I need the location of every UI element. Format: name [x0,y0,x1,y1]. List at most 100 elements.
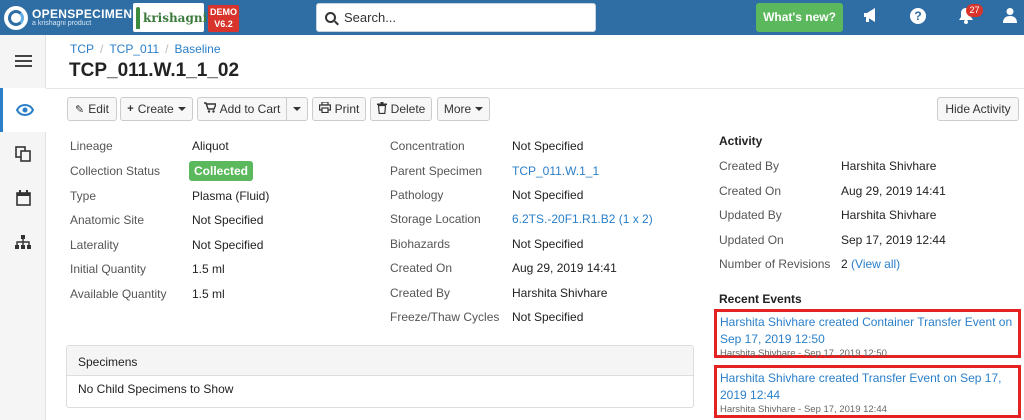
search-placeholder: Search... [344,10,397,25]
laterality-label: Laterality [70,238,119,252]
top-navbar: OPENSPECIMEN a krishagni product krishag… [0,0,1024,35]
chevron-down-icon [293,107,301,111]
activity-heading: Activity [719,134,763,148]
partner-logo: krishagni [133,3,208,32]
recent-event-title[interactable]: Harshita Shivhare created Transfer Event… [720,370,1015,404]
freeze-thaw-value: Not Specified [512,310,584,324]
copy-icon[interactable] [0,132,46,176]
activity-updated-by-value: Harshita Shivhare [841,208,937,222]
initial-quantity-value: 1.5 ml [192,262,225,276]
add-to-cart-button[interactable]: Add to Cart [197,97,287,121]
revisions-count: 2 [841,257,848,271]
activity-created-on-value: Aug 29, 2019 14:41 [841,184,946,198]
activity-updated-on-value: Sep 17, 2019 12:44 [841,233,946,247]
view-all-revisions-link[interactable]: (View all) [851,257,900,271]
activity-created-by-label: Created By [719,159,780,173]
cart-icon [203,102,217,116]
recent-event-title[interactable]: Harshita Shivhare created Container Tran… [720,314,1015,348]
calendar-icon[interactable] [0,176,46,220]
partner-name: krishagni [143,10,208,25]
user-icon[interactable] [999,7,1021,28]
megaphone-icon[interactable] [860,7,882,28]
created-by-value: Harshita Shivhare [512,286,608,300]
activity-created-by-value: Harshita Shivhare [841,159,937,173]
breadcrumb-item-baseline[interactable]: Baseline [175,42,221,56]
search-input[interactable]: Search... [316,3,596,32]
delete-button[interactable]: Delete [370,97,432,121]
partner-mark-icon [136,6,140,29]
collection-status-badge: Collected [189,161,254,181]
biohazards-label: Biohazards [390,237,451,251]
help-icon[interactable]: ? [907,7,929,25]
concentration-value: Not Specified [512,139,584,153]
specimens-panel-title: Specimens [67,346,693,376]
brand-logo[interactable]: OPENSPECIMEN a krishagni product [4,4,132,31]
whats-new-button[interactable]: What's new? [756,3,843,32]
chevron-down-icon [177,107,186,111]
activity-updated-on-label: Updated On [719,233,784,247]
created-on-label: Created On [390,261,453,275]
brand-name: OPENSPECIMEN [32,7,133,21]
activity-created-on-label: Created On [719,184,782,198]
demo-label: DEMO [210,7,237,17]
add-to-cart-button-label: Add to Cart [219,102,281,116]
storage-location-label: Storage Location [390,212,481,226]
openspecimen-logo-icon [4,5,28,30]
revisions-value: 2 (View all) [841,257,900,271]
recent-event-meta: Harshita Shivhare - Sep 17, 2019 12:44 [720,404,887,415]
breadcrumb-item-tcp[interactable]: TCP [70,42,94,56]
initial-quantity-label: Initial Quantity [70,262,147,276]
hamburger-icon[interactable] [0,39,46,83]
edit-button-label: Edit [88,102,109,116]
create-button-label: Create [137,102,174,116]
plus-icon: + [127,103,134,115]
lineage-label: Lineage [70,139,113,153]
delete-button-label: Delete [390,102,426,116]
recent-event-meta: Harshita Shivhare - Sep 17, 2019 12:50 [720,348,887,359]
demo-badge: DEMO V6.2 [208,5,239,32]
created-on-value: Aug 29, 2019 14:41 [512,261,617,275]
type-label: Type [70,189,97,203]
collection-status-label: Collection Status [70,164,161,178]
biohazards-value: Not Specified [512,237,584,251]
recent-event-item[interactable]: Harshita Shivhare created Transfer Event… [714,365,1021,418]
page-title: TCP_011.W.1_1_02 [69,60,240,81]
notifications-count-badge: 27 [966,4,983,17]
brand-tagline: a krishagni product [32,20,92,27]
add-to-cart-dropdown-button[interactable] [286,97,308,121]
edit-button[interactable]: ✎ Edit [67,97,117,121]
recent-event-item[interactable]: Harshita Shivhare created Container Tran… [714,309,1021,359]
chevron-down-icon [475,107,484,111]
search-icon [325,12,336,23]
print-button-label: Print [334,102,360,116]
breadcrumb: TCP / TCP_011/Baseline [70,42,221,56]
recent-events-heading: Recent Events [719,292,802,306]
pathology-value: Not Specified [512,188,584,202]
breadcrumb-item-tcp-011[interactable]: TCP_011 [109,42,159,56]
divider [46,88,1024,89]
hide-activity-button[interactable]: Hide Activity [937,97,1019,121]
print-icon [318,101,331,116]
anatomic-site-label: Anatomic Site [70,213,145,227]
pathology-label: Pathology [390,188,444,202]
sitemap-icon[interactable] [0,220,46,264]
parent-specimen-label: Parent Specimen [390,164,483,178]
created-by-label: Created By [390,286,451,300]
parent-specimen-link[interactable]: TCP_011.W.1_1 [512,164,599,178]
revisions-label: Number of Revisions [719,257,831,271]
create-button[interactable]: + Create [120,97,193,121]
anatomic-site-value: Not Specified [192,213,264,227]
pencil-icon: ✎ [75,103,85,116]
type-value: Plasma (Fluid) [192,189,270,203]
eye-icon[interactable] [0,88,46,132]
version-label: V6.2 [214,19,233,29]
more-button[interactable]: More [437,97,490,121]
print-button[interactable]: Print [312,97,366,121]
specimens-empty-text: No Child Specimens to Show [78,382,234,396]
available-quantity-label: Available Quantity [70,287,167,301]
concentration-label: Concentration [390,139,465,153]
more-button-label: More [443,102,472,116]
freeze-thaw-label: Freeze/Thaw Cycles [390,310,500,324]
trash-icon [376,101,387,117]
storage-location-link[interactable]: 6.2TS.-20F1.R1.B2 (1 x 2) [512,212,653,226]
